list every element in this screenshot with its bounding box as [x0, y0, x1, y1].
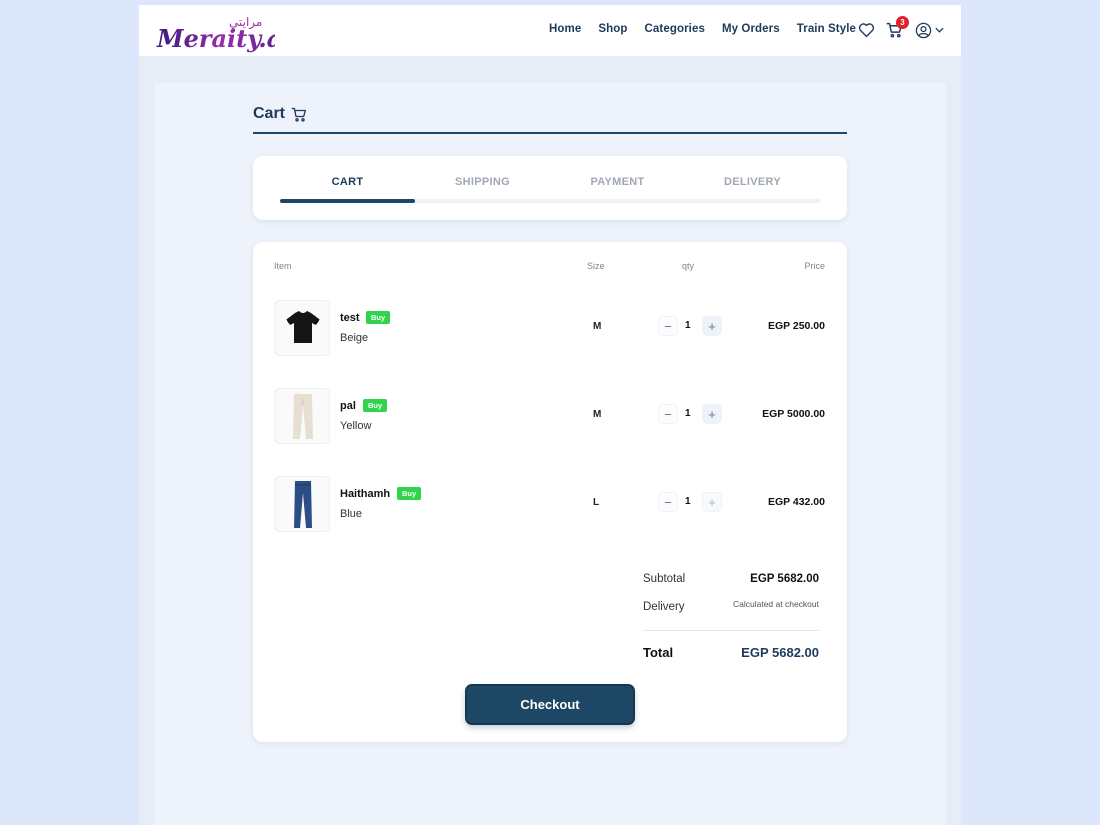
qty-decrease-button[interactable]: − — [658, 404, 678, 424]
step-shipping[interactable]: SHIPPING — [415, 176, 550, 188]
chevron-down-icon[interactable] — [933, 21, 945, 39]
beige-pants-image — [293, 394, 313, 439]
item-price: EGP 250.00 — [767, 320, 825, 332]
svg-text:مرايتي: مرايتي — [229, 15, 262, 30]
summary-divider — [643, 630, 819, 631]
blue-jeans-image — [294, 481, 312, 528]
nav-home[interactable]: Home — [549, 23, 581, 35]
qty-increase-button[interactable]: + — [702, 404, 722, 424]
cart-item-row: Haithamh Buy Blue L − 1 + EGP 432.00 — [253, 476, 847, 536]
page-title-text: Cart — [253, 105, 286, 122]
nav-shop[interactable]: Shop — [598, 23, 627, 35]
step-delivery[interactable]: DELIVERY — [685, 176, 820, 188]
title-divider — [253, 132, 847, 134]
user-circle-icon[interactable] — [914, 21, 932, 39]
header-price: Price — [804, 261, 825, 271]
buy-badge: Buy — [397, 487, 422, 500]
qty-increase-button[interactable]: + — [702, 492, 722, 512]
cart-icon[interactable]: 3 — [885, 16, 909, 39]
product-thumbnail[interactable] — [274, 300, 330, 356]
item-size: L — [593, 497, 600, 508]
steps-progress-fill — [280, 199, 415, 203]
header-size: Size — [587, 261, 605, 271]
cart-item-row: pal Buy Yellow M − 1 + EGP 5000.00 — [253, 388, 847, 448]
qty-value: 1 — [685, 408, 691, 419]
nav-train-style[interactable]: Train Style — [797, 23, 856, 35]
buy-badge: Buy — [363, 399, 388, 412]
subtotal-label: Subtotal — [643, 573, 686, 585]
buy-badge: Buy — [366, 311, 391, 324]
item-size: M — [593, 321, 602, 332]
steps-progress-track — [280, 199, 820, 203]
subtotal-value: EGP 5682.00 — [750, 573, 819, 585]
cart-items-card: Item Size qty Price test Buy Beige M − 1… — [253, 242, 847, 742]
checkout-button[interactable]: Checkout — [465, 684, 635, 725]
cart-count-badge: 3 — [896, 16, 909, 29]
top-navbar: Meraity.ai مرايتي Home Shop Categories M… — [139, 5, 961, 56]
item-color: Yellow — [340, 420, 372, 432]
main-nav: Home Shop Categories My Orders Train Sty… — [549, 23, 856, 35]
qty-decrease-button[interactable]: − — [658, 492, 678, 512]
qty-decrease-button[interactable]: − — [658, 316, 678, 336]
item-size: M — [593, 409, 602, 420]
product-thumbnail[interactable] — [274, 476, 330, 532]
total-label: Total — [643, 645, 674, 660]
qty-increase-button[interactable]: + — [702, 316, 722, 336]
header-qty: qty — [682, 261, 695, 271]
nav-categories[interactable]: Categories — [645, 23, 705, 35]
cart-page: Cart CART SHIPPING PAYMENT DELIVERY Item… — [154, 83, 946, 825]
checkout-steps: CART SHIPPING PAYMENT DELIVERY — [253, 156, 847, 220]
header-item: Item — [274, 261, 292, 271]
delivery-note: Calculated at checkout — [733, 599, 819, 609]
step-payment[interactable]: PAYMENT — [550, 176, 685, 188]
item-color: Beige — [340, 332, 369, 344]
brand-logo[interactable]: Meraity.ai مرايتي — [155, 13, 291, 53]
cart-icon — [291, 107, 307, 122]
item-name[interactable]: test — [340, 312, 360, 324]
product-thumbnail[interactable] — [274, 388, 330, 444]
heart-icon[interactable] — [857, 21, 875, 39]
qty-value: 1 — [685, 496, 691, 507]
item-color: Blue — [340, 508, 363, 520]
app-frame: Meraity.ai مرايتي Home Shop Categories M… — [139, 5, 961, 825]
item-name[interactable]: pal — [340, 400, 356, 412]
black-top-image — [286, 311, 320, 343]
item-name[interactable]: Haithamh — [340, 488, 390, 500]
delivery-label: Delivery — [643, 601, 685, 613]
nav-my-orders[interactable]: My Orders — [722, 23, 780, 35]
cart-item-row: test Buy Beige M − 1 + EGP 250.00 — [253, 300, 847, 360]
qty-value: 1 — [685, 320, 691, 331]
logo-graphic: Meraity.ai مرايتي — [156, 15, 291, 53]
page-title: Cart — [253, 105, 307, 123]
step-cart[interactable]: CART — [280, 176, 415, 188]
item-price: EGP 432.00 — [767, 496, 825, 508]
item-price: EGP 5000.00 — [762, 408, 825, 420]
total-value: EGP 5682.00 — [741, 645, 819, 660]
